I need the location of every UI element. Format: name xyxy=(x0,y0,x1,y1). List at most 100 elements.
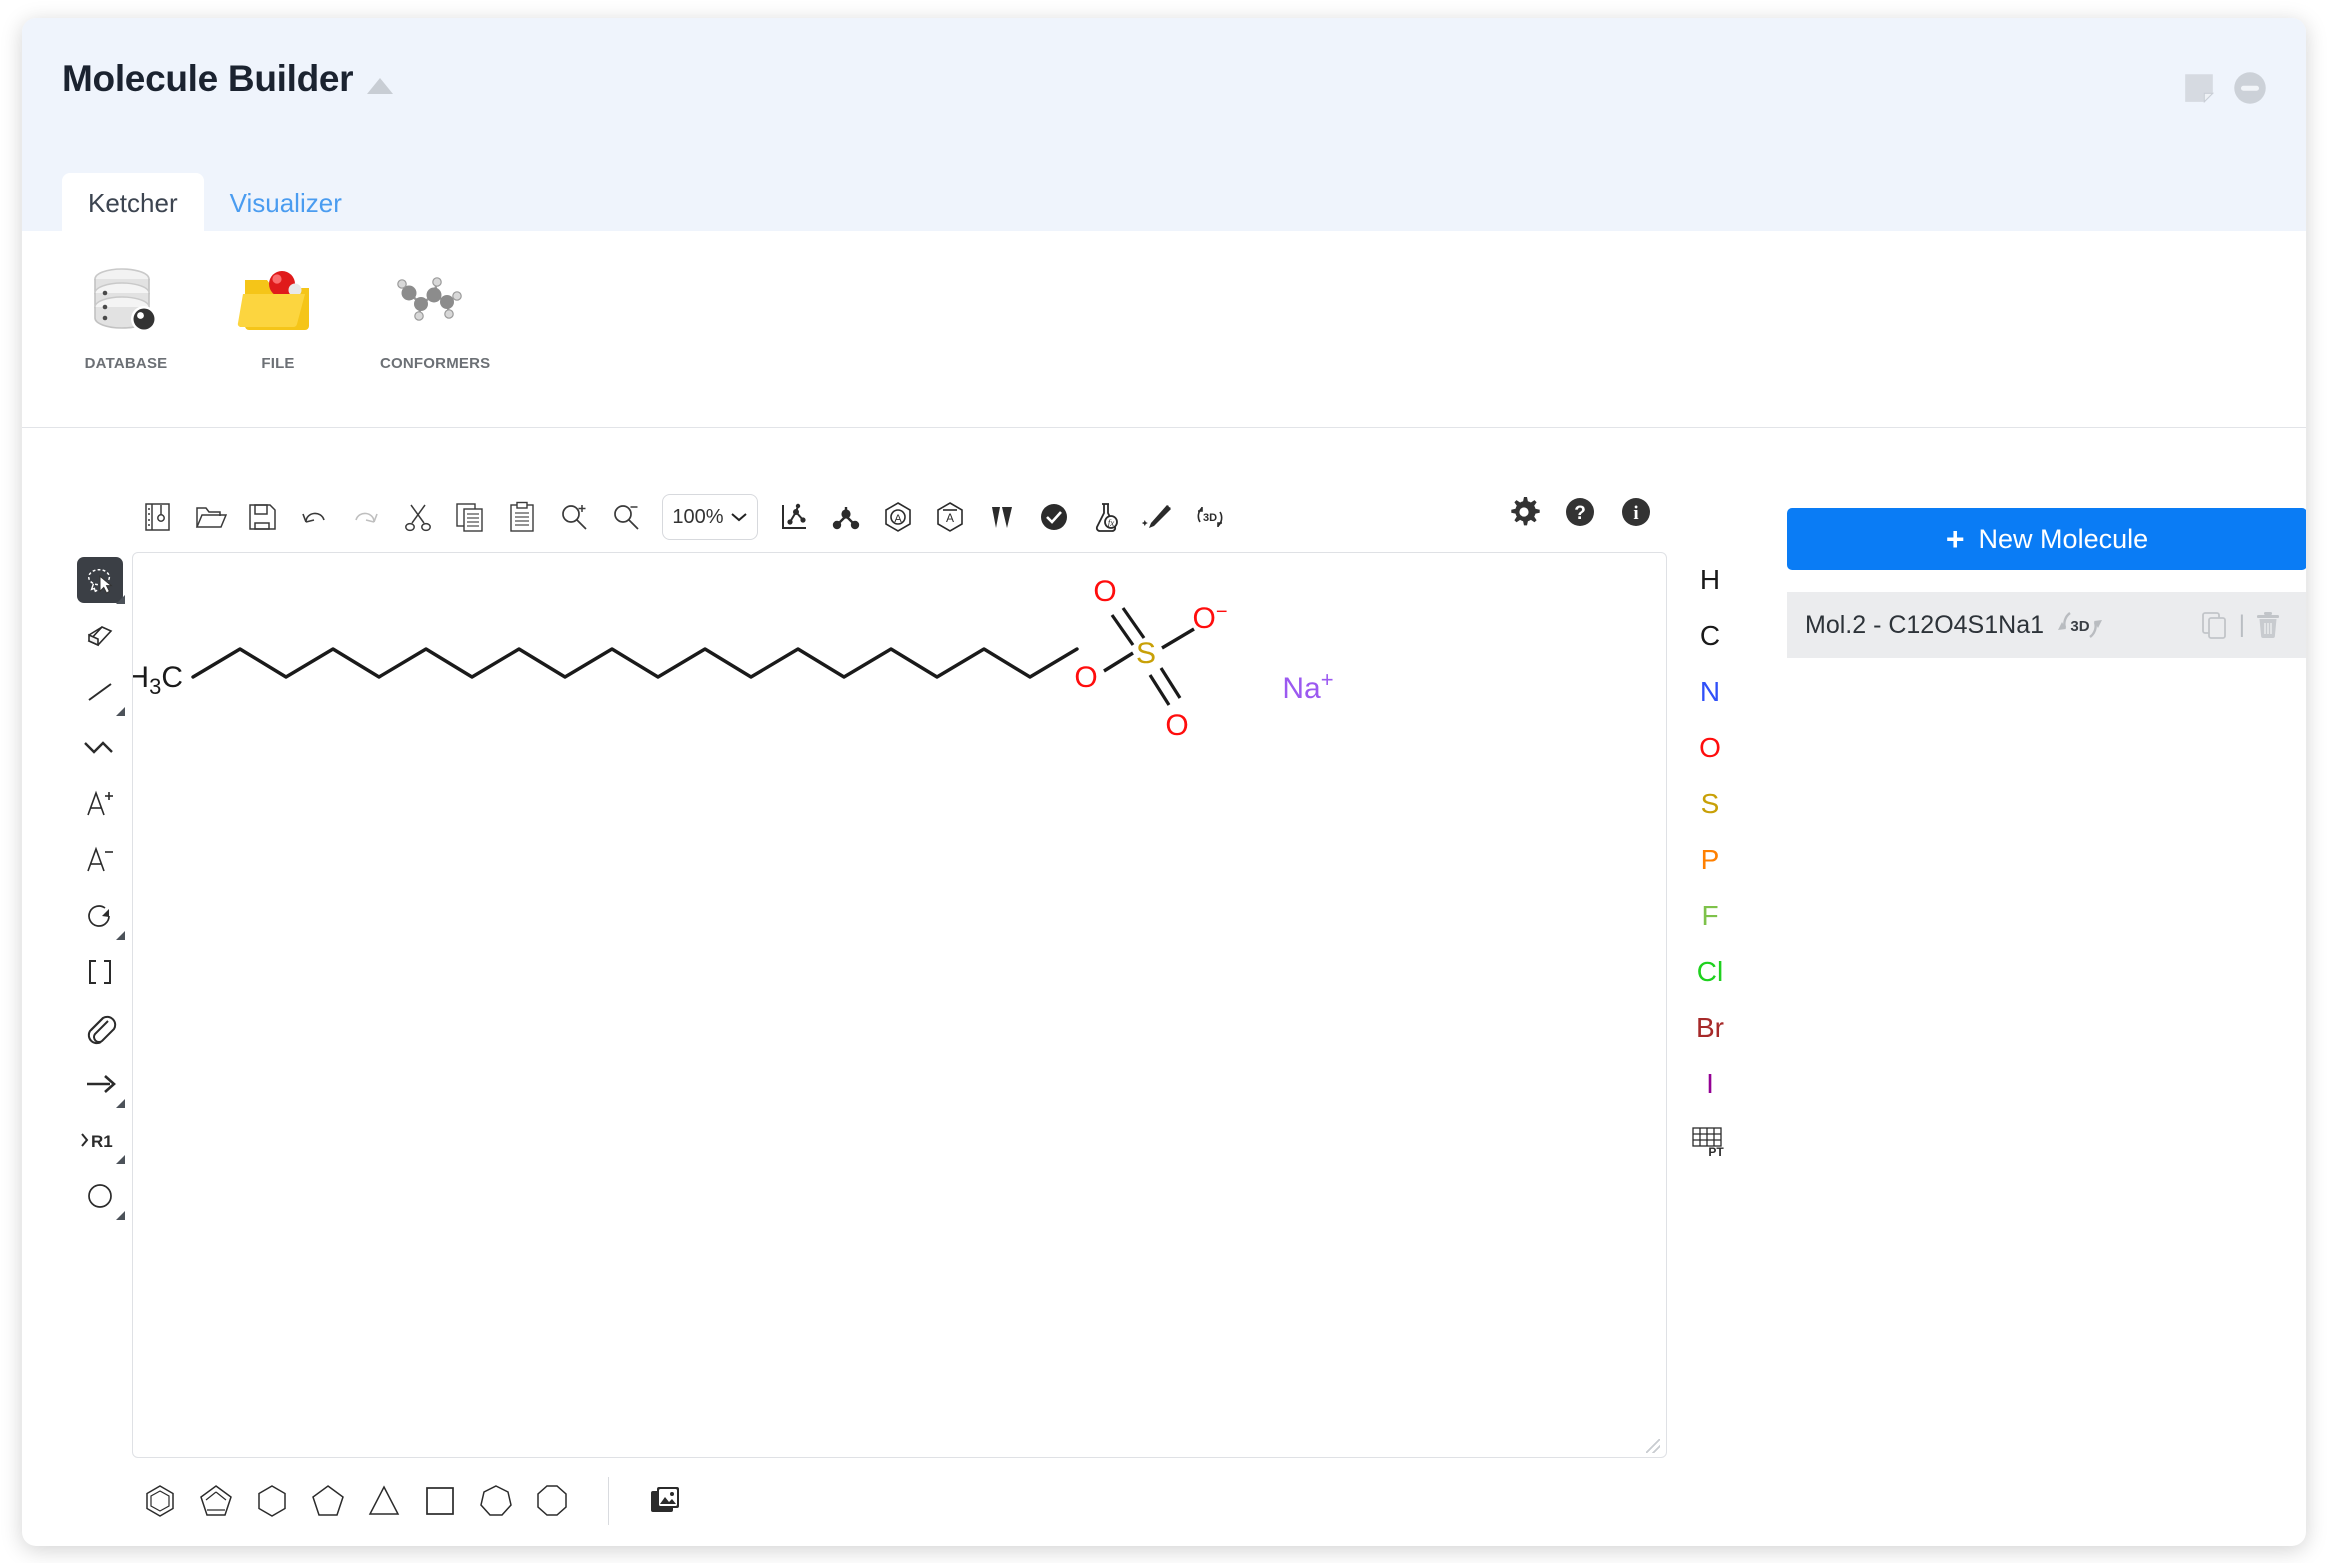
layout-icon[interactable] xyxy=(768,491,820,543)
clean-up-icon[interactable] xyxy=(820,491,872,543)
source-conformers-label: CONFORMERS xyxy=(380,355,491,372)
source-conformers-button[interactable]: CONFORMERS xyxy=(380,251,491,372)
tool-corner-indicator xyxy=(116,707,125,716)
title-row: Molecule Builder xyxy=(62,58,394,100)
tool-corner-indicator xyxy=(116,931,125,940)
tool-attachment-point[interactable] xyxy=(74,1000,126,1056)
svg-text:?: ? xyxy=(1574,503,1586,524)
tab-visualizer[interactable]: Visualizer xyxy=(204,173,368,234)
three-d-refresh-icon[interactable]: 3D xyxy=(2058,605,2103,645)
molecule-list-item[interactable]: Mol.2 - C12O4S1Na1 3D | xyxy=(1787,592,2306,658)
canvas-resize-grip[interactable] xyxy=(1646,1439,1660,1453)
atom-button-i[interactable]: I xyxy=(1682,1056,1738,1112)
cut-scissors-icon[interactable] xyxy=(392,491,444,543)
cyclopentane-icon[interactable] xyxy=(300,1473,356,1529)
atom-label-o-anion: O− xyxy=(1192,601,1227,635)
copy-icon[interactable] xyxy=(2201,611,2229,639)
atom-button-s[interactable]: S xyxy=(1682,776,1738,832)
database-icon xyxy=(76,251,176,351)
svg-text:i: i xyxy=(1633,503,1638,524)
svg-text:fx: fx xyxy=(1108,518,1115,528)
info-icon[interactable]: i xyxy=(1610,486,1662,538)
triangle-up-icon[interactable] xyxy=(367,78,394,94)
atom-button-br[interactable]: Br xyxy=(1682,1000,1738,1056)
atom-label-o-top: O xyxy=(1093,575,1116,608)
source-file-label: FILE xyxy=(261,355,295,372)
tool-charge-minus[interactable] xyxy=(74,832,126,888)
open-folder-icon[interactable] xyxy=(184,491,236,543)
aromatize-icon[interactable]: A xyxy=(872,491,924,543)
tool-sgroup-brackets[interactable] xyxy=(74,944,126,1000)
svg-text:A: A xyxy=(946,511,954,525)
add-rgroup-icon[interactable] xyxy=(1132,491,1184,543)
atom-button-o[interactable]: O xyxy=(1682,720,1738,776)
shape-bar-divider xyxy=(608,1477,609,1525)
action-separator: | xyxy=(2238,611,2245,638)
cyclopropane-icon[interactable] xyxy=(356,1473,412,1529)
folder-file-icon xyxy=(228,251,328,351)
periodic-table-button[interactable]: PT xyxy=(1690,1112,1730,1170)
atom-button-p[interactable]: P xyxy=(1682,832,1738,888)
toolbar-right-group: ? i xyxy=(1498,486,1662,538)
redo-icon[interactable] xyxy=(340,491,392,543)
cycloheptane-icon[interactable] xyxy=(468,1473,524,1529)
atom-label-o-bottom: O xyxy=(1165,709,1188,742)
tool-corner-indicator xyxy=(116,595,125,604)
new-molecule-button[interactable]: + New Molecule xyxy=(1787,508,2306,570)
trash-icon[interactable] xyxy=(2255,611,2281,639)
template-shape-bar xyxy=(132,1473,693,1529)
help-icon[interactable]: ? xyxy=(1554,486,1606,538)
image-insert-icon[interactable] xyxy=(637,1473,693,1529)
chevron-down-icon xyxy=(730,513,747,522)
tool-erase[interactable] xyxy=(74,608,126,664)
tool-r-group[interactable]: R1 xyxy=(74,1112,126,1168)
atom-button-n[interactable]: N xyxy=(1682,664,1738,720)
zoom-out-icon[interactable] xyxy=(600,491,652,543)
source-file-button[interactable]: FILE xyxy=(228,251,328,372)
tool-bond-single[interactable] xyxy=(74,664,126,720)
zoom-select[interactable]: 100% xyxy=(662,494,758,540)
source-database-button[interactable]: DATABASE xyxy=(76,251,176,372)
tool-transform[interactable] xyxy=(74,888,126,944)
tool-selection[interactable] xyxy=(74,552,126,608)
plus-icon: + xyxy=(1945,521,1965,557)
zoom-in-icon[interactable] xyxy=(548,491,600,543)
svg-text:3D: 3D xyxy=(1203,512,1217,524)
new-document-icon[interactable] xyxy=(132,491,184,543)
window-controls xyxy=(2182,70,2268,106)
cyclopentadiene-icon[interactable] xyxy=(188,1473,244,1529)
molecule-list-panel: + New Molecule Mol.2 - C12O4S1Na1 3D | xyxy=(1787,508,2306,658)
paste-clipboard-icon[interactable] xyxy=(496,491,548,543)
atom-button-h[interactable]: H xyxy=(1682,552,1738,608)
save-floppy-icon[interactable] xyxy=(236,491,288,543)
three-d-viewer-icon[interactable]: 3D xyxy=(1184,491,1236,543)
atom-button-cl[interactable]: Cl xyxy=(1682,944,1738,1000)
benzene-ring-icon[interactable] xyxy=(132,1473,188,1529)
calculate-cip-icon[interactable] xyxy=(976,491,1028,543)
ketcher-toolbar: 100% A A fx 3D ? i xyxy=(132,486,1662,548)
atom-button-c[interactable]: C xyxy=(1682,608,1738,664)
gear-icon[interactable] xyxy=(1498,486,1550,538)
calculated-values-icon[interactable]: fx xyxy=(1080,491,1132,543)
atom-button-f[interactable]: F xyxy=(1682,888,1738,944)
cyclobutane-icon[interactable] xyxy=(412,1473,468,1529)
svg-text:3D: 3D xyxy=(2070,618,2089,635)
cyclohexane-icon[interactable] xyxy=(244,1473,300,1529)
tool-reaction-arrow[interactable] xyxy=(74,1056,126,1112)
undo-icon[interactable] xyxy=(288,491,340,543)
note-icon[interactable] xyxy=(2182,71,2216,105)
tab-ketcher[interactable]: Ketcher xyxy=(62,173,204,234)
new-molecule-label: New Molecule xyxy=(1978,523,2149,554)
structure-canvas[interactable]: H3C O S O O O− Na+ xyxy=(132,552,1667,1458)
tool-chain[interactable] xyxy=(74,720,126,776)
tool-shape-ellipse[interactable] xyxy=(74,1168,126,1224)
page-title: Molecule Builder xyxy=(62,58,354,99)
copy-icon[interactable] xyxy=(444,491,496,543)
dearomatize-icon[interactable]: A xyxy=(924,491,976,543)
tool-charge-plus[interactable] xyxy=(74,776,126,832)
check-structure-icon[interactable] xyxy=(1028,491,1080,543)
app-window: Molecule Builder Ketcher Visualizer DATA… xyxy=(22,18,2306,1546)
cyclooctane-icon[interactable] xyxy=(524,1473,580,1529)
atom-label-na: Na+ xyxy=(1282,667,1333,705)
minimize-icon[interactable] xyxy=(2232,70,2268,106)
